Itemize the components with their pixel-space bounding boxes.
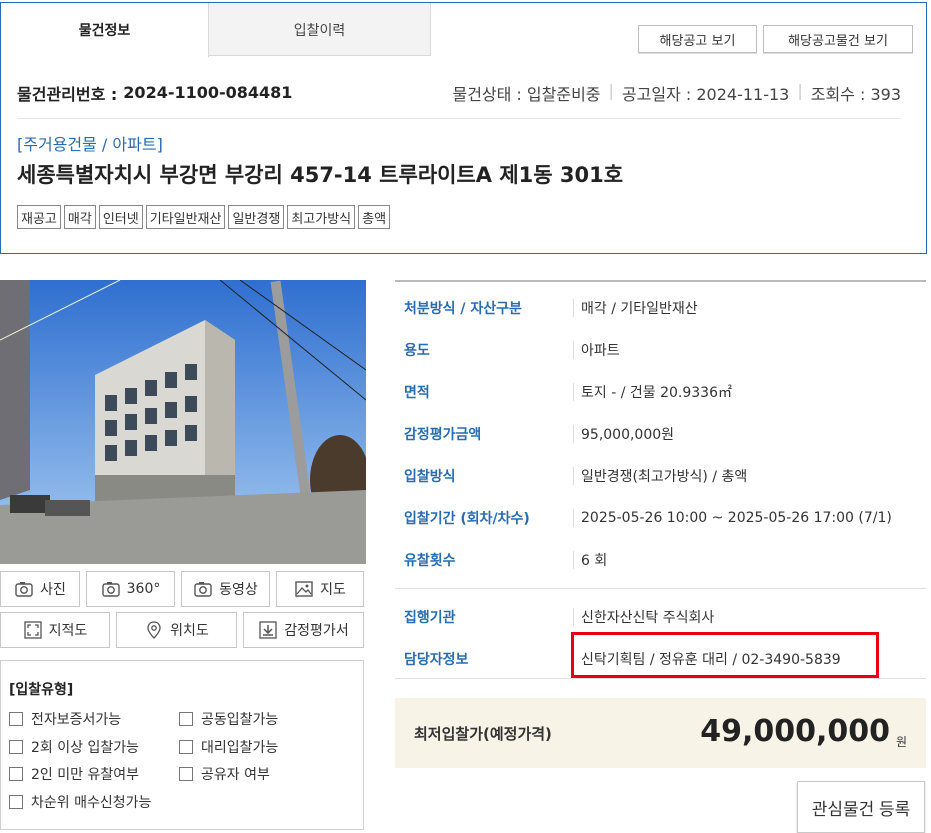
option-second-bidder[interactable]: 차순위 매수신청가능	[9, 792, 151, 812]
tab-bid-history[interactable]: 입찰이력	[209, 3, 431, 56]
tag: 기타일반재산	[145, 205, 226, 229]
tab-bar: 물건정보 입찰이력 해당공고 보기 해당공고물건 보기	[1, 3, 926, 57]
info-value: 아파트	[573, 341, 620, 359]
divider	[395, 588, 926, 589]
info-row-disposal: 처분방식 / 자산구분 매각 / 기타일반재산	[395, 287, 926, 329]
bid-type-title: [입찰유형]	[9, 682, 74, 698]
checkbox[interactable]	[9, 712, 23, 726]
location-pin-icon	[147, 621, 161, 639]
info-value: 2025-05-26 10:00 ~ 2025-05-26 17:00 (7/1…	[573, 509, 892, 527]
checkbox[interactable]	[9, 795, 23, 809]
map-button[interactable]: 지도	[276, 571, 364, 607]
checkbox[interactable]	[9, 767, 23, 781]
info-row-fail-count: 유찰횟수 6 회	[395, 539, 926, 581]
item-summary-panel: 물건정보 입찰이력 해당공고 보기 해당공고물건 보기 물건관리번호 : 202…	[0, 2, 927, 254]
contact-highlight-box	[571, 632, 879, 678]
camera-icon	[194, 582, 212, 597]
view-notice-items-button[interactable]: 해당공고물건 보기	[763, 25, 913, 53]
item-status: 물건상태 : 입찰준비중	[452, 84, 601, 104]
property-photo[interactable]	[0, 280, 366, 564]
info-value: 토지 - / 건물 20.9336㎡	[573, 383, 732, 401]
photo-button[interactable]: 사진	[0, 571, 80, 607]
info-value: 95,000,000원	[573, 425, 674, 443]
option-under-two-fail[interactable]: 2인 미만 유찰여부	[9, 764, 139, 784]
picture-icon	[295, 581, 313, 597]
option-multiple-bids[interactable]: 2회 이상 입찰가능	[9, 737, 139, 757]
info-row-bid-method: 입찰방식 일반경쟁(최고가방식) / 총액	[395, 455, 926, 497]
item-category: [주거용건물 / 아파트]	[17, 135, 163, 154]
info-key: 처분방식 / 자산구분	[404, 301, 522, 317]
info-key: 면적	[404, 385, 430, 401]
info-row-bid-period: 입찰기간 (회차/차수) 2025-05-26 10:00 ~ 2025-05-…	[395, 497, 926, 539]
camera-icon	[101, 582, 120, 597]
item-address: 세종특별자치시 부강면 부강리 457-14 트루라이트A 제1동 301호	[17, 163, 624, 187]
info-key: 용도	[404, 343, 430, 359]
tab-item-info[interactable]: 물건정보	[1, 3, 209, 57]
min-price-label: 최저입찰가(예정가격)	[414, 724, 552, 743]
mgmt-number-label: 물건관리번호 :	[17, 84, 118, 104]
info-key: 담당자정보	[404, 652, 469, 668]
tag: 매각	[63, 205, 96, 229]
mgmt-number: 2024-1100-084481	[123, 83, 293, 102]
add-favorite-button[interactable]: 관심물건 등록	[797, 781, 925, 833]
tag: 총액	[358, 205, 391, 229]
view-count: 조회수 : 393	[810, 84, 901, 104]
appraisal-report-button[interactable]: 감정평가서	[243, 612, 364, 648]
checkbox[interactable]	[9, 740, 23, 754]
checkbox[interactable]	[179, 712, 193, 726]
bid-type-panel: [입찰유형] 전자보증서가능 공동입찰가능 2회 이상 입찰가능 대리입찰가능 …	[0, 660, 364, 830]
view-notice-button[interactable]: 해당공고 보기	[638, 25, 757, 53]
notice-date: 공고일자 : 2024-11-13	[621, 84, 790, 104]
info-row-appraisal: 감정평가금액 95,000,000원	[395, 413, 926, 455]
info-key: 집행기관	[404, 610, 456, 626]
info-key: 입찰기간 (회차/차수)	[404, 511, 530, 527]
item-detail-table: 처분방식 / 자산구분 매각 / 기타일반재산 용도 아파트 면적 토지 - /…	[395, 280, 926, 679]
download-icon	[259, 621, 277, 639]
tag: 최고가방식	[287, 205, 356, 229]
tag: 일반경쟁	[228, 205, 285, 229]
min-bid-price-box: 최저입찰가(예정가격) 49,000,000 원	[395, 698, 926, 768]
info-value: 6 회	[573, 551, 607, 569]
video-button[interactable]: 동영상	[181, 571, 270, 607]
tag: 재공고	[17, 205, 61, 229]
min-price-value: 49,000,000	[700, 714, 890, 749]
option-joint-bid[interactable]: 공동입찰가능	[179, 709, 278, 729]
info-value: 신한자산신탁 주식회사	[573, 608, 714, 626]
info-key: 감정평가금액	[404, 427, 482, 443]
option-proxy-bid[interactable]: 대리입찰가능	[179, 737, 278, 757]
location-map-button[interactable]: 위치도	[116, 612, 237, 648]
tag: 인터넷	[98, 205, 143, 229]
info-row-area: 면적 토지 - / 건물 20.9336㎡	[395, 371, 926, 413]
360-view-button[interactable]: 360°	[86, 571, 175, 607]
item-meta-row: 물건관리번호 : 2024-1100-084481 물건상태 : 입찰준비중 |…	[17, 77, 901, 119]
divider	[395, 678, 926, 679]
building-photo-illustration	[0, 280, 366, 564]
cadastral-map-button[interactable]: 지적도	[0, 612, 110, 648]
info-value: 일반경쟁(최고가방식) / 총액	[573, 467, 747, 485]
option-co-owner[interactable]: 공유자 여부	[179, 764, 270, 784]
info-value: 매각 / 기타일반재산	[573, 299, 698, 317]
info-key: 유찰횟수	[404, 553, 456, 569]
info-row-usage: 용도 아파트	[395, 329, 926, 371]
checkbox[interactable]	[179, 740, 193, 754]
checkbox[interactable]	[179, 767, 193, 781]
info-key: 입찰방식	[404, 469, 456, 485]
expand-icon	[24, 621, 42, 639]
option-e-guarantee[interactable]: 전자보증서가능	[9, 709, 121, 729]
camera-icon	[15, 582, 33, 597]
item-tags: 재공고 매각 인터넷 기타일반재산 일반경쟁 최고가방식 총액	[17, 205, 391, 229]
min-price-unit: 원	[895, 735, 907, 749]
